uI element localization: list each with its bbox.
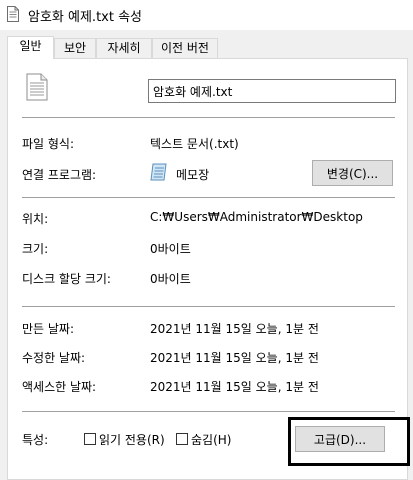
location-value: C:₩Users₩Administrator₩Desktop: [150, 210, 363, 224]
window-title: 암호화 예제.txt 속성: [28, 10, 143, 25]
accessed-value: 2021년 11월 15일 오늘, 1분 전: [150, 380, 319, 394]
divider: [22, 411, 395, 412]
file-name-input[interactable]: [148, 79, 396, 103]
tab-details[interactable]: 자세히: [96, 38, 152, 58]
file-type-value: 텍스트 문서(.txt): [150, 137, 239, 151]
disk-size-label: 디스크 할당 크기:: [22, 272, 111, 286]
tab-security[interactable]: 보안: [54, 38, 96, 58]
hidden-checkbox[interactable]: [176, 433, 188, 445]
accessed-label: 액세스한 날짜:: [22, 380, 97, 394]
text-document-icon: [26, 73, 48, 101]
created-label: 만든 날짜:: [22, 322, 75, 336]
title-bar: 암호화 예제.txt 속성: [0, 0, 413, 30]
size-label: 크기:: [22, 242, 49, 256]
created-value: 2021년 11월 15일 오늘, 1분 전: [150, 322, 319, 336]
file-type-label: 파일 형식:: [22, 137, 75, 151]
highlight-box: [288, 417, 410, 466]
readonly-checkbox[interactable]: [84, 433, 96, 445]
text-file-icon: [7, 6, 19, 22]
tab-general[interactable]: 일반: [7, 36, 54, 59]
properties-dialog: 암호화 예제.txt 속성 일반 보안 자세히 이전 버전 파일 형식: 텍스트…: [0, 0, 413, 480]
open-with-value: 메모장: [176, 168, 210, 182]
attributes-label: 특성:: [22, 433, 49, 447]
size-value: 0바이트: [150, 242, 191, 256]
divider: [22, 117, 395, 118]
readonly-label[interactable]: 읽기 전용(R): [99, 431, 165, 448]
hidden-label[interactable]: 숨김(H): [191, 431, 231, 448]
divider: [22, 306, 395, 307]
modified-label: 수정한 날짜:: [22, 351, 86, 365]
disk-size-value: 0바이트: [150, 272, 191, 286]
change-button[interactable]: 변경(C)...: [312, 160, 393, 186]
divider: [22, 197, 395, 198]
tab-previous-versions[interactable]: 이전 버전: [152, 38, 218, 58]
open-with-label: 연결 프로그램:: [22, 168, 97, 182]
location-label: 위치:: [22, 212, 49, 226]
notepad-icon: [150, 163, 167, 181]
modified-value: 2021년 11월 15일 오늘, 1분 전: [150, 351, 319, 365]
